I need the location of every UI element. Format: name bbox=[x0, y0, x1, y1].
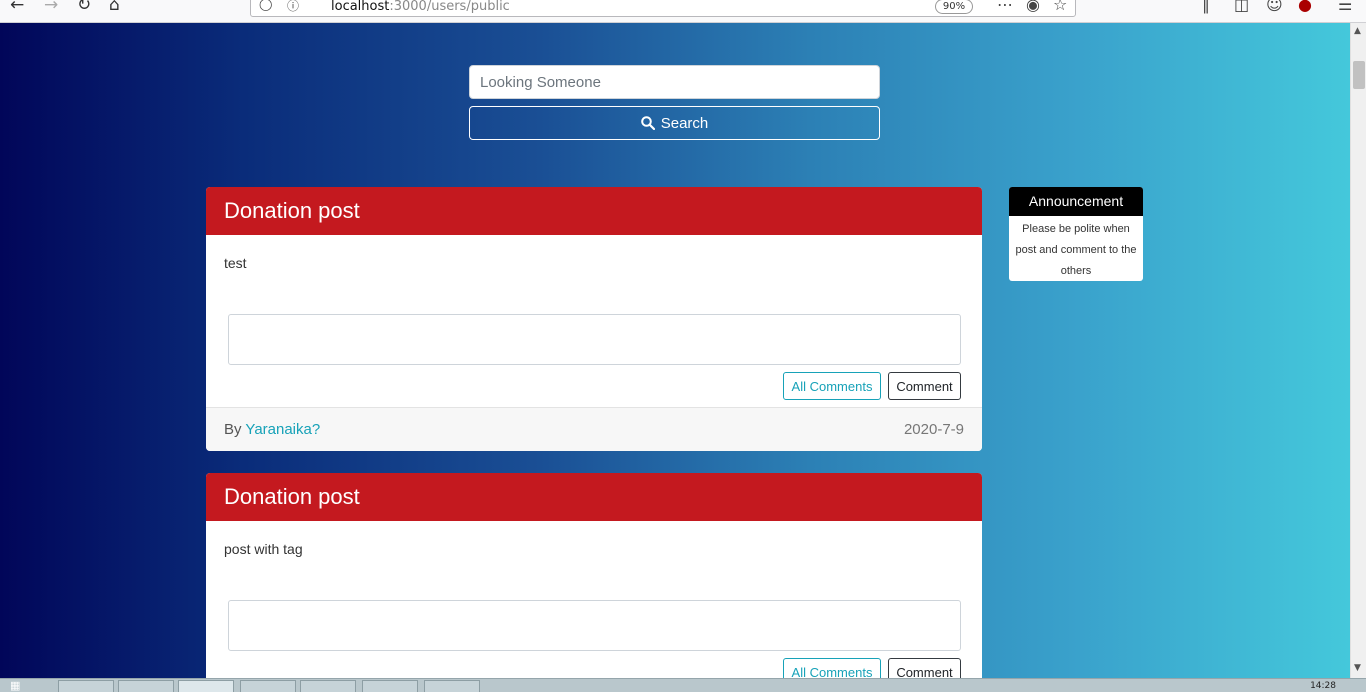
back-icon[interactable]: ← bbox=[10, 0, 24, 16]
page-viewport: Search Donation post test All Comments C… bbox=[0, 23, 1350, 678]
scroll-up-icon[interactable]: ▲ bbox=[1354, 26, 1361, 36]
by-label: By bbox=[224, 421, 242, 438]
post-title: Donation post bbox=[206, 187, 982, 235]
scroll-thumb[interactable] bbox=[1353, 61, 1365, 89]
site-info-icon[interactable]: ⓘ bbox=[287, 0, 299, 14]
shield-icon[interactable]: ◯ bbox=[259, 0, 272, 11]
post-body: test All Comments Comment bbox=[206, 235, 982, 407]
comment-textarea[interactable] bbox=[228, 314, 961, 365]
comment-button[interactable]: Comment bbox=[888, 658, 961, 678]
taskbar-paint-icon[interactable] bbox=[424, 680, 480, 692]
all-comments-button[interactable]: All Comments bbox=[783, 658, 881, 678]
comment-textarea[interactable] bbox=[228, 600, 961, 651]
post-card: Donation post test All Comments Comment … bbox=[206, 187, 982, 451]
announcement-body: Please be polite when post and comment t… bbox=[1015, 223, 1137, 277]
post-content: test bbox=[224, 255, 247, 271]
search-icon bbox=[640, 116, 655, 130]
post-body: post with tag All Comments Comment bbox=[206, 521, 982, 678]
browser-toolbar: ← → ↻ ⌂ ◯ ⓘ localhost:3000/users/public … bbox=[0, 0, 1366, 23]
extension-icon[interactable]: ● bbox=[1298, 0, 1312, 14]
url-bar[interactable]: ◯ ⓘ localhost:3000/users/public 90% ⋯ ◉ … bbox=[250, 0, 1076, 17]
url-text: localhost:3000/users/public bbox=[331, 0, 510, 14]
menu-icon[interactable]: ☰ bbox=[1338, 0, 1352, 14]
post-title: Donation post bbox=[206, 473, 982, 521]
author-link[interactable]: Yaranaika? bbox=[245, 421, 320, 438]
search-button-label: Search bbox=[660, 114, 709, 132]
account-icon[interactable]: ☺ bbox=[1266, 0, 1283, 14]
announcement-title: Announcement bbox=[1009, 187, 1143, 216]
taskbar-window-icon[interactable] bbox=[300, 680, 356, 692]
taskbar-chrome-icon[interactable] bbox=[240, 680, 296, 692]
post-content: post with tag bbox=[224, 541, 303, 557]
post-date: 2020-7-9 bbox=[903, 421, 964, 438]
taskbar-ie-icon[interactable] bbox=[58, 680, 114, 692]
zoom-badge[interactable]: 90% bbox=[935, 0, 973, 14]
more-icon[interactable]: ⋯ bbox=[997, 0, 1013, 14]
scroll-down-icon[interactable]: ▼ bbox=[1354, 663, 1361, 673]
post-card: Donation post post with tag All Comments… bbox=[206, 473, 982, 678]
bookmark-star-icon[interactable]: ☆ bbox=[1053, 0, 1067, 14]
announcement-card: Announcement Please be polite when post … bbox=[1009, 187, 1143, 281]
taskbar-vscode-icon[interactable] bbox=[362, 680, 418, 692]
os-taskbar: ▦ 14:28 bbox=[0, 678, 1366, 692]
forward-icon[interactable]: → bbox=[44, 0, 58, 16]
page-scrollbar[interactable]: ▲ ▼ bbox=[1350, 23, 1366, 678]
taskbar-firefox-icon[interactable] bbox=[178, 680, 234, 692]
url-host: localhost bbox=[331, 0, 390, 14]
post-byline: By Yaranaika? bbox=[224, 421, 320, 438]
sidebar-icon[interactable]: ◫ bbox=[1234, 0, 1249, 14]
post-footer: By Yaranaika? 2020-7-9 bbox=[206, 407, 982, 451]
search-input[interactable] bbox=[469, 65, 880, 99]
home-icon[interactable]: ⌂ bbox=[109, 0, 120, 16]
library-icon[interactable]: ∥ bbox=[1202, 0, 1210, 14]
reload-icon[interactable]: ↻ bbox=[77, 0, 91, 16]
url-path: :3000/users/public bbox=[389, 0, 510, 14]
windows-start-icon[interactable]: ▦ bbox=[10, 679, 20, 692]
pocket-icon[interactable]: ◉ bbox=[1026, 0, 1040, 14]
taskbar-clock: 14:28 bbox=[1310, 681, 1336, 691]
all-comments-button[interactable]: All Comments bbox=[783, 372, 881, 400]
search-button[interactable]: Search bbox=[469, 106, 880, 140]
comment-button[interactable]: Comment bbox=[888, 372, 961, 400]
taskbar-folder-icon[interactable] bbox=[118, 680, 174, 692]
